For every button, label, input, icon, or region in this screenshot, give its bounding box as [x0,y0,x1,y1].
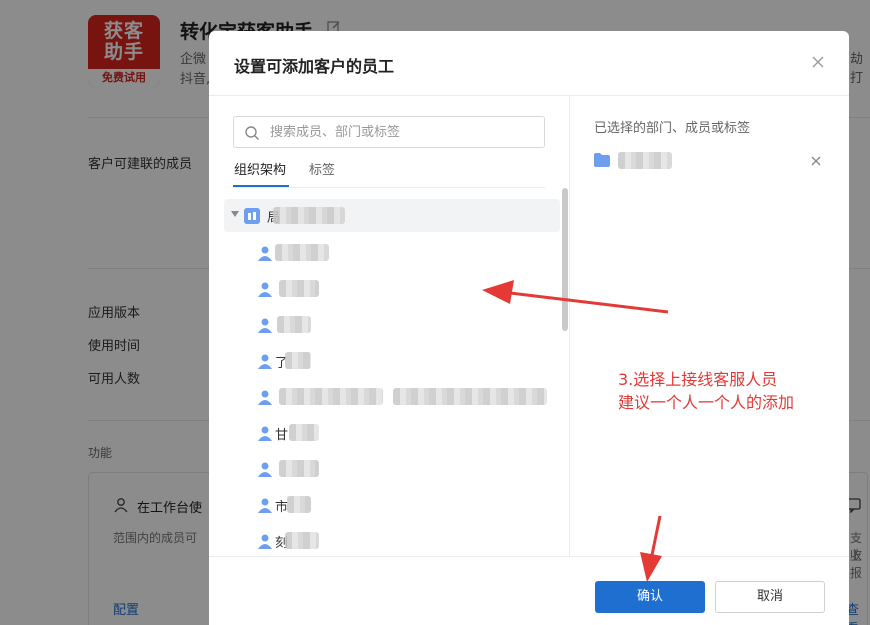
arrow-to-member-list [482,280,669,314]
arrow-to-confirm-button [640,515,662,582]
annotation-line1: 3.选择上接线客服人员 [618,370,778,389]
annotation-line2: 建议一个人一个人的添加 [618,393,795,412]
annotation-layer [482,280,669,582]
